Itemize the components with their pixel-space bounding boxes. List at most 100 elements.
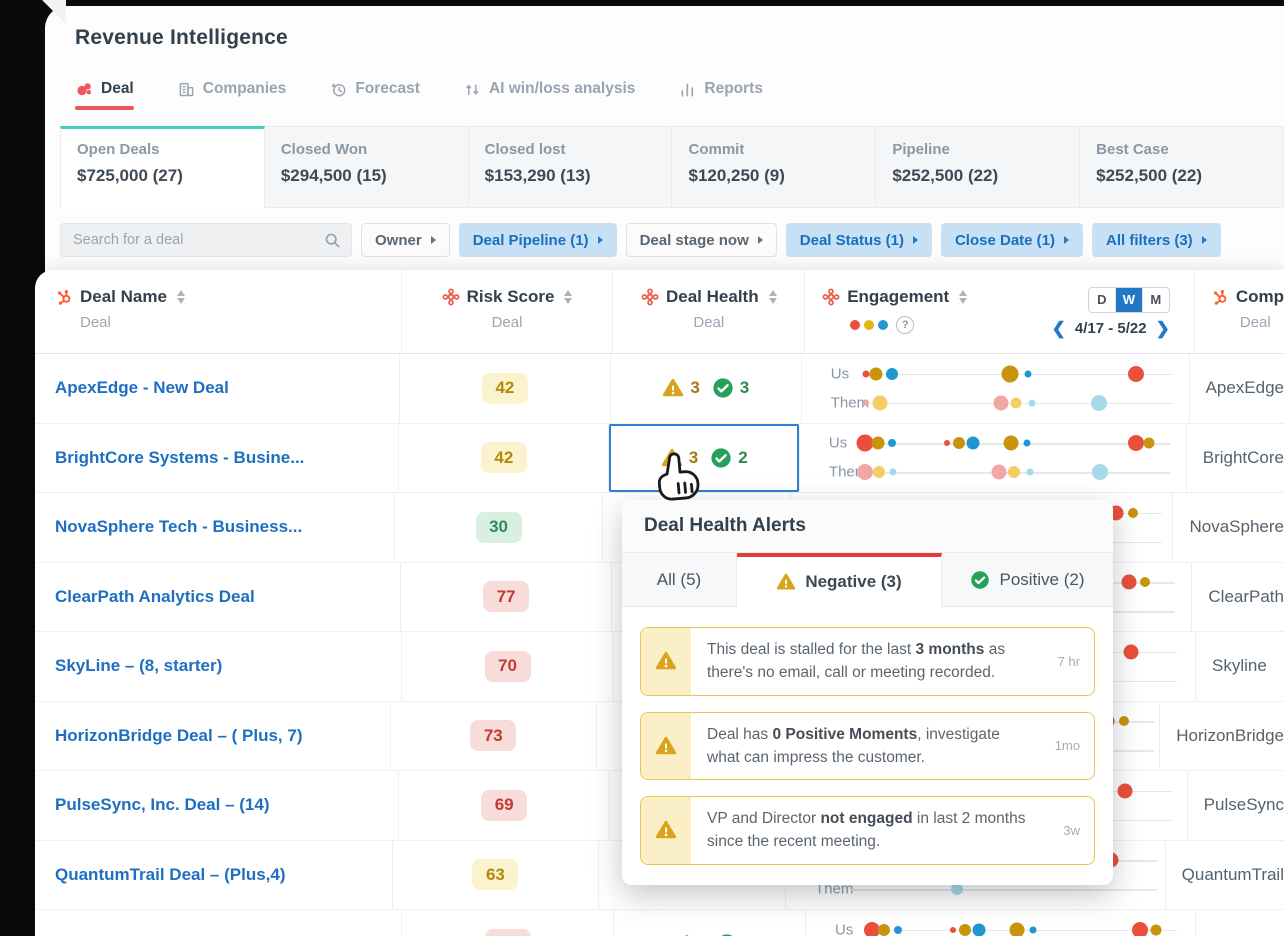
column-label: Engagement xyxy=(847,287,950,306)
sort-arrows[interactable] xyxy=(959,289,968,305)
column-header-deal-health[interactable]: Deal Health Deal xyxy=(613,270,806,353)
risk-score-badge: 63 xyxy=(472,859,519,891)
engagement-lane-label: Us xyxy=(828,434,848,452)
deal-name-cell: QuantumTrail Deal – (Plus,4) xyxy=(35,840,393,909)
column-header-risk-score[interactable]: Risk Score Deal xyxy=(402,270,614,353)
risk-score-badge: 30 xyxy=(475,511,522,543)
company-cell: Skyline xyxy=(1196,632,1284,701)
company-name: Skyline xyxy=(1212,656,1267,676)
deal-health-cell[interactable] xyxy=(614,910,806,936)
nav-tab-ai-win-loss-analysis[interactable]: AI win/loss analysis xyxy=(464,80,635,108)
summary-card-closed-won[interactable]: Closed Won $294,500 (15) xyxy=(264,126,469,208)
column-sublabel: Deal xyxy=(1239,314,1271,331)
engagement-dot xyxy=(869,367,883,381)
alert-card: Deal has 0 Positive Moments, investigate… xyxy=(640,711,1095,780)
period-option-d[interactable]: D xyxy=(1089,288,1115,312)
company-name: ApexEdge xyxy=(1205,378,1284,398)
period-option-m[interactable]: M xyxy=(1141,288,1169,312)
deal-name-link[interactable]: NovaSphere Tech - Business... xyxy=(55,517,302,537)
engagement-dot xyxy=(873,466,886,479)
card-value: $294,500 (15) xyxy=(280,166,387,185)
risk-score-badge: 69 xyxy=(481,789,528,821)
table-header: Deal Name Deal Risk Score Deal Deal Heal… xyxy=(35,270,1284,354)
filter-button-deal-pipeline-1-[interactable]: Deal Pipeline (1) xyxy=(458,223,617,257)
engagement-dot xyxy=(949,926,956,933)
engagement-dot xyxy=(872,395,888,411)
search-input[interactable] xyxy=(71,231,324,249)
filter-button-all-filters-3-[interactable]: All filters (3) xyxy=(1092,223,1221,257)
deal-name-cell: SkyLine – (8, starter) xyxy=(35,632,402,701)
deal-name-link[interactable]: BrightCore Systems - Busine... xyxy=(55,448,304,468)
column-header-deal-name[interactable]: Deal Name Deal xyxy=(35,270,402,353)
chevron-right-icon[interactable]: ❯ xyxy=(1156,320,1170,337)
company-cell: HorizonBridge xyxy=(1160,702,1284,771)
filter-button-deal-stage-now[interactable]: Deal stage now xyxy=(625,223,777,257)
popup-tab-all-5-[interactable]: All (5) xyxy=(622,553,737,607)
company-name: ClearPath xyxy=(1208,586,1284,606)
risk-score-cell: 42 xyxy=(399,423,610,492)
chevron-left-icon[interactable]: ❮ xyxy=(1052,320,1066,337)
filter-bar: Owner Deal Pipeline (1) Deal stage now Deal… xyxy=(60,222,1274,258)
column-sublabel: Deal xyxy=(693,314,725,331)
risk-score-cell: 63 xyxy=(393,840,600,909)
column-sublabel: Deal xyxy=(491,314,523,331)
filter-button-close-date-1-[interactable]: Close Date (1) xyxy=(940,223,1083,257)
sort-arrows[interactable] xyxy=(564,289,573,305)
alert-message: This deal is stalled for the last 3 mont… xyxy=(707,641,1006,682)
column-label: Risk Score xyxy=(466,287,555,306)
popup-title: Deal Health Alerts xyxy=(622,500,1113,553)
popup-tab-negative-3-[interactable]: Negative (3) xyxy=(737,553,942,607)
deal-name-link[interactable]: HorizonBridge Deal – ( Plus, 7) xyxy=(55,726,303,746)
engagement-dot xyxy=(1119,716,1130,727)
summary-card-best-case[interactable]: Best Case $252,500 (22) xyxy=(1080,126,1284,208)
engagement-wire xyxy=(850,889,1158,891)
filter-button-deal-status-1-[interactable]: Deal Status (1) xyxy=(785,223,932,257)
nav-tab-deal[interactable]: Deal xyxy=(75,80,134,110)
engagement-dot xyxy=(1128,507,1139,518)
company-cell: PulseSync xyxy=(1188,771,1284,840)
deal-name-cell: PulseSync, Inc. Deal – (14) xyxy=(35,771,400,840)
caret-right-icon xyxy=(597,236,603,244)
caret-right-icon xyxy=(430,236,436,244)
engagement-cell: UsThem xyxy=(806,910,1196,936)
card-label: Commit xyxy=(688,141,745,158)
search-box[interactable] xyxy=(60,223,352,257)
gong-logo-icon xyxy=(75,80,93,98)
summary-card-open-deals[interactable]: Open Deals $725,000 (27) xyxy=(60,126,265,208)
deal-name-link[interactable]: QuantumTrail Deal – (Plus,4) xyxy=(55,865,286,885)
nav-tab-forecast[interactable]: Forecast xyxy=(330,80,420,108)
engagement-dot xyxy=(1091,394,1108,411)
filter-button-owner[interactable]: Owner xyxy=(361,223,450,257)
engagement-dot xyxy=(972,923,986,936)
engagement-dot xyxy=(871,436,885,450)
deal-name-link[interactable]: PulseSync, Inc. Deal – (14) xyxy=(55,795,269,815)
card-label: Closed Won xyxy=(280,141,368,158)
deal-name-link[interactable]: SkyLine – (8, starter) xyxy=(55,656,222,676)
sort-arrows[interactable] xyxy=(768,289,777,305)
summary-card-pipeline[interactable]: Pipeline $252,500 (22) xyxy=(876,126,1081,208)
deal-name-link[interactable]: ClearPath Analytics Deal xyxy=(55,587,255,607)
nav-tab-reports[interactable]: Reports xyxy=(679,80,763,108)
nav-tab-companies[interactable]: Companies xyxy=(178,80,286,108)
engagement-dot xyxy=(887,439,896,448)
column-sublabel: Deal xyxy=(80,314,111,331)
deal-health-alerts-popup: Deal Health Alerts All (5) Negative (3) Po… xyxy=(622,500,1113,885)
engagement-dot xyxy=(1024,370,1032,378)
deal-health-cell[interactable]: 32 xyxy=(609,423,800,492)
deal-name-link[interactable]: ApexEdge - New Deal xyxy=(55,378,229,398)
period-option-w[interactable]: W xyxy=(1114,288,1142,312)
question-circle-icon[interactable]: ? xyxy=(896,316,915,334)
deal-health-cell[interactable]: 33 xyxy=(611,354,802,423)
engagement-timeline: Us xyxy=(802,363,1189,385)
sort-arrows[interactable] xyxy=(176,289,185,305)
summary-card-closed-lost[interactable]: Closed lost $153,290 (13) xyxy=(468,126,673,208)
summary-card-commit[interactable]: Commit $120,250 (9) xyxy=(672,126,877,208)
engagement-dot xyxy=(889,468,897,476)
filter-button-label: Close Date (1) xyxy=(954,231,1055,249)
column-header-engagement[interactable]: Engagement ? DWM ❮ 4/17 - 5/22 ❯ xyxy=(805,270,1195,353)
popup-tab-positive-2-[interactable]: Positive (2) xyxy=(942,553,1113,607)
popup-tab-label: All (5) xyxy=(656,569,702,589)
filter-button-label: Deal Pipeline (1) xyxy=(472,231,589,249)
column-header-company[interactable]: Comp Deal xyxy=(1195,270,1284,353)
company-name: QuantumTrail xyxy=(1181,864,1284,884)
